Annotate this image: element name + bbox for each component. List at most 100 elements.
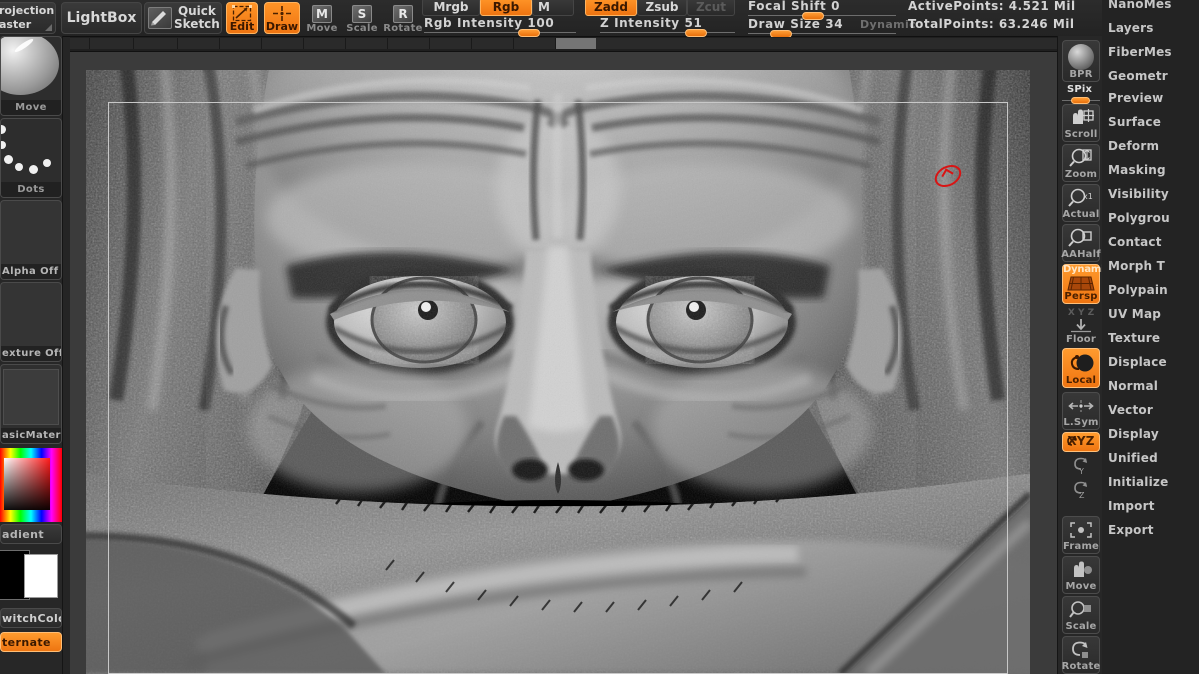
shelf-cell[interactable] [304,38,346,49]
alternate-button[interactable]: ternate [0,632,62,652]
quick-sketch-button[interactable]: Quick Sketch [144,2,222,34]
color-picker-panel[interactable] [0,448,62,522]
scroll-button[interactable]: Scroll [1062,104,1100,142]
shelf-cell[interactable] [430,38,472,49]
zoom-button[interactable]: Zoom [1062,144,1100,182]
shelf-cell[interactable] [178,38,220,49]
menu-item-import[interactable]: Import [1108,499,1155,513]
lsym-label: L.Sym [1063,417,1099,428]
menu-item-vector-displacement[interactable]: Vector [1108,403,1153,417]
m-button[interactable]: M [532,0,574,16]
brush-panel[interactable]: Move [0,36,62,116]
timeline-shelf[interactable] [70,37,1199,52]
menu-item-texture-map[interactable]: Texture [1108,331,1160,345]
shelf-cell[interactable] [388,38,430,49]
rgb-intensity-knob[interactable] [518,29,540,37]
menu-item-export[interactable]: Export [1108,523,1154,537]
mrgb-button[interactable]: Mrgb [422,0,480,16]
zcut-button[interactable]: Zcut [687,0,735,16]
actual-button[interactable]: x1 Actual [1062,184,1100,222]
shelf-cell-selected[interactable] [556,38,596,49]
perspective-grid-icon [1063,274,1099,292]
menu-item-polypaint[interactable]: Polypain [1108,283,1168,297]
local-button[interactable]: Local [1062,348,1100,388]
menu-item-morph-target[interactable]: Morph T [1108,259,1165,273]
rgb-intensity-slider[interactable]: Rgb Intensity 100 [424,16,576,37]
rgb-intensity-track[interactable] [424,32,576,33]
spix-slider[interactable]: SPix [1062,84,1100,104]
shelf-cell[interactable] [220,38,262,49]
menu-item-layers[interactable]: Layers [1108,21,1154,35]
focal-shift-slider[interactable]: Focal Shift 0 [748,0,896,20]
zbrush-window: rojection aster LightBox Quick Sketch Ed… [0,0,1199,674]
shelf-cell[interactable] [70,38,90,49]
move-label: Move [306,23,338,34]
z-intensity-slider[interactable]: Z Intensity 51 [600,16,735,37]
menu-item-deformation[interactable]: Deform [1108,139,1159,153]
local-symmetry-icon [1063,395,1099,417]
material-panel[interactable]: asicMaterial [0,364,62,444]
aahalf-button[interactable]: AAHalf [1061,224,1101,262]
z-axis-button[interactable]: Z [1062,478,1100,502]
shelf-cell[interactable] [346,38,388,49]
scale-button[interactable]: S Scale [344,2,380,34]
persp-button[interactable]: Dynamic Persp [1062,264,1110,304]
stroke-panel[interactable]: Dots [0,118,62,198]
scale-nav-button[interactable]: Scale [1062,596,1100,634]
menu-item-geometry[interactable]: Geometr [1108,69,1168,83]
menu-item-displacement-map[interactable]: Displace [1108,355,1167,369]
menu-item-fibermesh[interactable]: FiberMes [1108,45,1172,59]
switch-color-button[interactable]: witchColor [0,608,62,628]
frame-button[interactable]: Frame [1062,516,1100,554]
menu-item-visibility[interactable]: Visibility [1108,187,1169,201]
zadd-button[interactable]: Zadd [585,0,637,16]
rotate-y-icon: Y [1070,457,1092,475]
frame-icon [1063,519,1099,541]
texture-panel[interactable]: exture Off [0,282,62,362]
rgb-button[interactable]: Rgb [480,0,532,16]
color-field[interactable] [4,458,50,510]
stroke-dot [1,141,6,149]
menu-item-normal-map[interactable]: Normal [1108,379,1158,393]
gradient-label: adient [2,527,45,541]
z-intensity-track[interactable] [600,32,735,33]
move-button[interactable]: M Move [304,2,340,34]
menu-item-contact[interactable]: Contact [1108,235,1162,249]
menu-item-preview[interactable]: Preview [1108,91,1163,105]
edit-button[interactable]: Edit [226,2,258,34]
projection-master-button[interactable]: rojection aster [0,2,56,34]
rotate-nav-button[interactable]: Rotate [1062,636,1100,674]
menu-item-polygroups[interactable]: Polygrou [1108,211,1170,225]
bpr-button[interactable]: BPR [1062,40,1100,82]
shelf-cell[interactable] [472,38,514,49]
lightbox-button[interactable]: LightBox [61,2,142,34]
gradient-button[interactable]: adient [0,524,62,544]
y-axis-button[interactable]: Y [1062,454,1100,478]
menu-item-nanomesh[interactable]: NanoMes [1108,0,1172,11]
zsub-button[interactable]: Zsub [637,0,687,16]
rotate-button[interactable]: R Rotate [383,2,422,34]
xyz-button[interactable]: XYZ [1062,432,1100,452]
menu-item-unified-skin[interactable]: Unified [1108,451,1158,465]
menu-item-masking[interactable]: Masking [1108,163,1166,177]
spix-knob[interactable] [1071,97,1090,104]
shelf-cell[interactable] [90,38,134,49]
draw-button[interactable]: Draw [264,2,300,34]
shelf-cell[interactable] [514,38,556,49]
shelf-cell[interactable] [262,38,304,49]
move-nav-button[interactable]: Move [1062,556,1100,594]
canvas-area[interactable] [70,52,1057,674]
floor-button[interactable]: X Y Z Floor [1062,308,1100,346]
z-intensity-knob[interactable] [685,29,707,37]
secondary-color-swatch[interactable] [24,554,58,598]
menu-item-surface[interactable]: Surface [1108,115,1161,129]
menu-item-initialize[interactable]: Initialize [1108,475,1168,489]
menu-item-display-properties[interactable]: Display [1108,427,1159,441]
menu-item-uv-map[interactable]: UV Map [1108,307,1161,321]
document[interactable] [86,70,1030,674]
shelf-cell[interactable] [134,38,178,49]
brush-caption: Move [1,100,61,115]
z-intensity-label: Z Intensity 51 [600,16,703,30]
alpha-panel[interactable]: Alpha Off [0,200,62,280]
lsym-button[interactable]: L.Sym [1062,392,1100,430]
